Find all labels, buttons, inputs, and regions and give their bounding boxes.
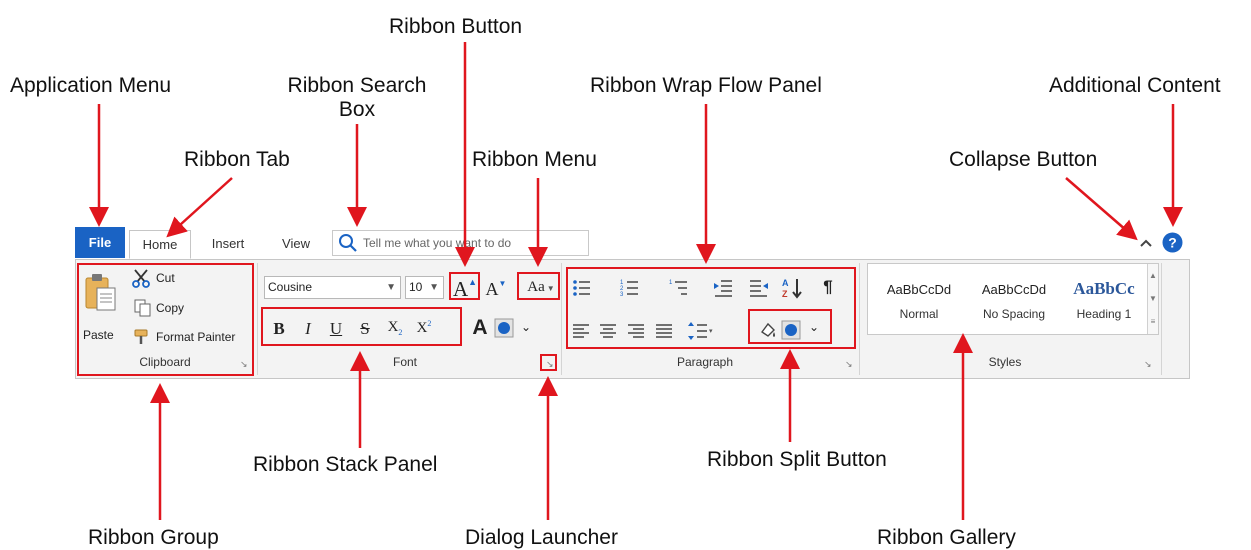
group-separator <box>257 263 258 375</box>
gallery-item-name: Heading 1 <box>1076 307 1132 321</box>
label-collapse-button: Collapse Button <box>949 148 1098 171</box>
chevron-down-icon: ▼ <box>429 282 439 293</box>
tab-home[interactable]: Home <box>129 230 191 259</box>
font-family-combo[interactable]: Cousine ▼ <box>264 276 401 299</box>
file-tab[interactable]: File <box>75 227 125 258</box>
group-separator <box>561 263 562 375</box>
highlight-dialog-launcher <box>540 354 557 371</box>
label-ribbon-menu: Ribbon Menu <box>472 148 597 171</box>
tab-view[interactable]: View <box>271 230 321 257</box>
paragraph-group-label: Paragraph <box>676 355 734 369</box>
label-ribbon-button: Ribbon Button <box>389 15 523 38</box>
gallery-item-normal[interactable]: AaBbCcDd Normal <box>873 282 965 321</box>
svg-text:?: ? <box>1168 235 1177 251</box>
gallery-item-heading-1[interactable]: AaBbCc Heading 1 <box>1063 279 1145 321</box>
collapse-icon[interactable] <box>1139 236 1153 250</box>
highlight-ribbon-group <box>77 263 254 376</box>
styles-dialog-launcher[interactable]: ↘ <box>1144 360 1153 369</box>
label-dialog-launcher: Dialog Launcher <box>465 526 618 549</box>
gallery-scrollbar[interactable]: ▲ ▼ ≡ <box>1147 264 1158 334</box>
search-placeholder: Tell me what you want to do <box>363 236 512 250</box>
gallery-item-sample: AaBbCcDd <box>981 282 1047 297</box>
label-additional-content: Additional Content <box>1049 74 1221 97</box>
chevron-down-icon[interactable]: ▼ <box>1148 287 1158 310</box>
font-family-value: Cousine <box>268 280 313 294</box>
highlight-ribbon-button <box>449 272 480 300</box>
styles-gallery[interactable]: AaBbCcDd Normal AaBbCcDd No Spacing AaBb… <box>867 263 1159 335</box>
gallery-item-sample: AaBbCcDd <box>886 282 952 297</box>
arrow-ribbon-tab <box>166 177 233 238</box>
shrink-font-glyph: A <box>485 279 499 299</box>
styles-group-label: Styles <box>988 355 1022 369</box>
label-ribbon-gallery: Ribbon Gallery <box>877 526 1016 549</box>
font-size-combo[interactable]: 10 ▼ <box>405 276 444 299</box>
help-icon[interactable]: ? <box>1162 232 1183 253</box>
chevron-down-icon: ▼ <box>386 282 396 293</box>
shrink-font-button[interactable]: A▼ <box>484 279 508 300</box>
chevron-down-icon[interactable]: ⌄ <box>519 320 533 334</box>
label-application-menu: Application Menu <box>10 74 172 97</box>
highlight-ribbon-split-button <box>748 309 832 344</box>
tab-insert[interactable]: Insert <box>203 230 253 257</box>
ribbon-search-box[interactable]: Tell me what you want to do <box>332 230 589 256</box>
label-ribbon-split-button: Ribbon Split Button <box>707 448 887 471</box>
group-separator <box>859 263 860 375</box>
gallery-item-name: Normal <box>899 307 939 321</box>
highlight-ribbon-menu <box>517 272 560 300</box>
label-ribbon-stack-panel: Ribbon Stack Panel <box>253 453 438 476</box>
ribbon-tab-bar: File Home Insert View Tell me what you w… <box>75 227 1190 259</box>
gallery-item-name: No Spacing <box>982 307 1046 321</box>
label-ribbon-search-box-line2: Box <box>338 98 376 121</box>
label-ribbon-search-box-line1: Ribbon Search <box>287 74 427 97</box>
gallery-item-sample: AaBbCc <box>1073 279 1135 298</box>
label-ribbon-wrap-flow-panel: Ribbon Wrap Flow Panel <box>590 74 822 97</box>
label-ribbon-group: Ribbon Group <box>88 526 219 549</box>
highlight-color-icon[interactable] <box>494 318 514 338</box>
label-ribbon-tab: Ribbon Tab <box>184 148 290 171</box>
gallery-item-no-spacing[interactable]: AaBbCcDd No Spacing <box>968 282 1060 321</box>
text-effects-button[interactable]: A <box>471 316 489 340</box>
label-ribbon-search-box: Ribbon Search Box <box>272 74 442 122</box>
font-group-label: Font <box>392 355 417 369</box>
search-icon <box>339 234 357 252</box>
chevron-up-icon[interactable]: ▲ <box>1148 264 1158 287</box>
font-size-value: 10 <box>409 280 423 294</box>
group-separator <box>1161 263 1162 375</box>
paragraph-dialog-launcher[interactable]: ↘ <box>845 360 854 369</box>
gallery-more-icon[interactable]: ≡ <box>1148 310 1158 333</box>
highlight-ribbon-stack-panel <box>261 307 462 346</box>
